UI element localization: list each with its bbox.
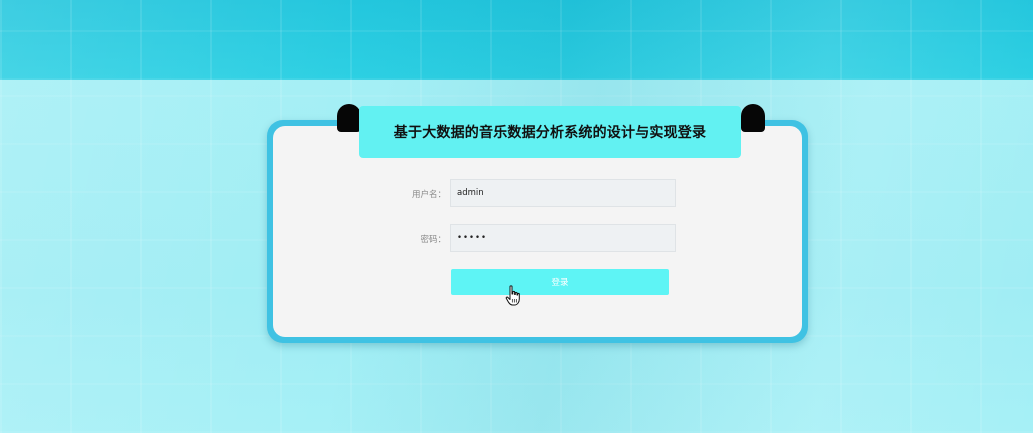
title-banner: 基于大数据的音乐数据分析系统的设计与实现登录 <box>359 106 741 158</box>
page-title: 基于大数据的音乐数据分析系统的设计与实现登录 <box>393 125 707 141</box>
password-label: 密码： <box>420 235 446 245</box>
banner-knob-right <box>741 104 765 132</box>
banner-knob-left <box>337 104 361 132</box>
hand-pointer-icon <box>505 285 520 306</box>
username-input[interactable] <box>450 179 676 207</box>
background-header-band <box>0 0 1033 80</box>
password-input[interactable] <box>450 224 676 252</box>
building-shade <box>0 0 1033 80</box>
username-label: 用户名： <box>411 190 446 200</box>
login-button[interactable]: 登录 <box>451 269 669 295</box>
